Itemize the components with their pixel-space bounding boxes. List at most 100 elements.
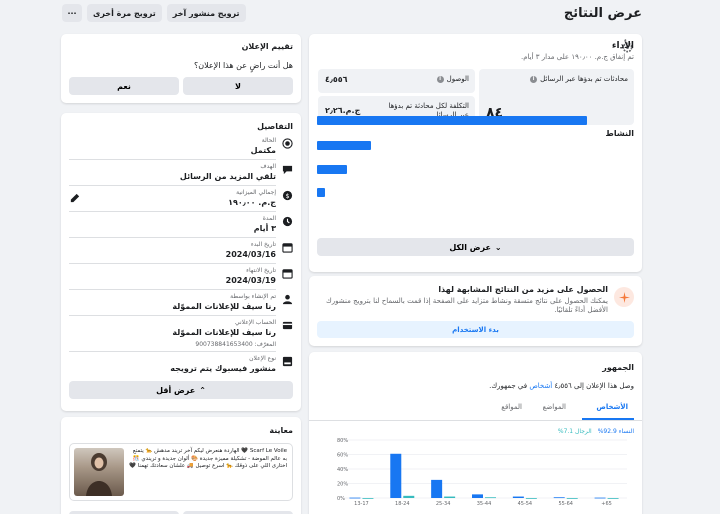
no-button[interactable]: لا xyxy=(183,77,293,95)
top-actions: ترويج منشور آخر ترويج مرة أخرى ··· xyxy=(62,4,246,22)
y-tick-label: 80% xyxy=(337,438,348,444)
men-bar[interactable] xyxy=(485,497,496,499)
chevron-up-icon: ⌃ xyxy=(199,385,206,395)
person-icon xyxy=(282,294,293,305)
detail-value: منشور فيسبوك يتم ترويجه xyxy=(170,364,276,373)
ad-preview[interactable]: Scarf Le Voile 🖤 الهاردة هنعرض ليكم آخر … xyxy=(69,443,293,501)
see-less-label: عرض أقل xyxy=(156,385,196,395)
reach-label: الوصول xyxy=(446,75,469,83)
women-bar[interactable] xyxy=(349,497,361,499)
detail-ad-account: الحساب الإعلاني رنا سيف للإعلانات المموّ… xyxy=(69,319,293,353)
top-bar: عرض النتائج ترويج منشور آخر ترويج مرة أخ… xyxy=(0,0,720,30)
recommendation-body: يمكنك الحصول على نتائج متسقة ونشاط متزاي… xyxy=(326,297,608,314)
audience-chart: 0% 20% 40% 60% 80% 13-17 18-24 25-34 35-44 45-54 5… xyxy=(337,438,627,507)
preview-card: معاينة Scarf Le Voile 🖤 الهاردة هنعرض لي… xyxy=(61,417,301,514)
audience-title: الجمهور xyxy=(602,363,634,372)
y-tick-label: 40% xyxy=(337,467,348,473)
reach-value: ٤٫٥٥٦ xyxy=(325,75,348,84)
men-bar[interactable] xyxy=(607,498,619,499)
audience-desc-suffix: في جمهورك. xyxy=(489,382,530,390)
recommendation-title: الحصول على مزيد من النتائج المشابهة لهذا xyxy=(438,285,608,294)
detail-label: تم الإنشاء بواسطة xyxy=(230,293,276,300)
x-tick-label: 18-24 xyxy=(395,501,410,507)
women-bar[interactable] xyxy=(553,497,565,499)
divider xyxy=(69,289,276,290)
women-bar[interactable] xyxy=(512,496,524,498)
chart-legend: النساء 92.9% الرجال 7.1% xyxy=(558,428,634,435)
see-all-label: عرض الكل xyxy=(449,242,491,252)
tab-locations[interactable]: المواقع xyxy=(501,403,522,411)
performance-card: الأداء تم إنفاق ج.م.‏ ١٩٠٫٠٠ على مدار ٣ … xyxy=(309,34,642,272)
activity-bar xyxy=(317,165,347,174)
rating-card: تقييم الإعلان هل أنت راضٍ عن هذا الإعلان… xyxy=(61,34,301,103)
detail-value: ٣ أيام xyxy=(253,224,276,233)
detail-label: المدة xyxy=(262,215,276,222)
detail-label: نوع الإعلان xyxy=(249,355,276,362)
divider xyxy=(69,237,276,238)
men-bar[interactable] xyxy=(525,498,537,499)
calendar-icon xyxy=(282,269,293,279)
detail-value: مكتمل xyxy=(250,146,276,155)
women-bar[interactable] xyxy=(594,497,606,499)
detail-value: رنا سيف للإعلانات المموّلة xyxy=(172,328,276,337)
performance-subtitle: تم إنفاق ج.م.‏ ١٩٠٫٠٠ على مدار ٣ أيام. xyxy=(520,53,634,61)
women-bar[interactable] xyxy=(390,453,402,498)
boost-another-post-button[interactable]: ترويج منشور آخر xyxy=(166,4,246,22)
x-tick-label: 65+ xyxy=(601,501,612,507)
get-started-button[interactable]: بدء الاستخدام xyxy=(317,321,634,338)
more-options-button[interactable]: ··· xyxy=(62,4,82,22)
detail-label: تاريخ الانتهاء xyxy=(246,267,276,274)
detail-value: تلقي المزيد من الرسائل xyxy=(179,172,276,181)
cost-value: ج.م.‏٢٫٢٦ xyxy=(325,106,361,115)
legend-men: الرجال 7.1% xyxy=(557,428,592,435)
clock-icon xyxy=(282,216,293,227)
detail-ad-type: نوع الإعلان منشور فيسبوك يتم ترويجه xyxy=(69,355,293,381)
divider xyxy=(69,211,276,212)
x-tick-label: 45-54 xyxy=(518,501,533,507)
men-bar[interactable] xyxy=(362,498,374,499)
activity-bar xyxy=(317,141,371,150)
svg-text:$: $ xyxy=(285,192,289,200)
x-tick-label: 25-34 xyxy=(436,501,451,507)
audience-desc-prefix: وصل هذا الإعلان إلى ٤٫٥٥٦ xyxy=(552,382,635,390)
preview-text: Scarf Le Voile 🖤 الهاردة هنعرض ليكم آخر … xyxy=(129,448,287,469)
men-bar[interactable] xyxy=(403,495,415,498)
info-icon[interactable]: i xyxy=(436,75,444,83)
yes-button[interactable]: نعم xyxy=(69,77,179,95)
tab-people[interactable]: الأشخاص xyxy=(596,403,628,411)
y-tick-label: 60% xyxy=(337,453,348,459)
see-less-button[interactable]: ⌃ عرض أقل xyxy=(69,381,293,399)
page-title: عرض النتائج xyxy=(563,6,642,21)
tab-placements[interactable]: المواضع xyxy=(543,403,566,411)
detail-label: إجمالي الميزانية xyxy=(236,189,276,196)
women-bar[interactable] xyxy=(472,494,483,498)
preview-image xyxy=(74,448,124,496)
divider xyxy=(69,185,276,186)
detail-label: الهدف xyxy=(260,163,276,170)
x-tick-label: 55-64 xyxy=(558,501,573,507)
detail-label: الحساب الإعلاني xyxy=(234,319,276,326)
card-icon xyxy=(282,321,293,330)
see-all-button[interactable]: ⌄ عرض الكل xyxy=(317,238,634,256)
men-bar[interactable] xyxy=(444,496,456,498)
divider xyxy=(69,263,276,264)
y-tick-label: 0% xyxy=(337,496,345,502)
men-bar[interactable] xyxy=(566,498,578,499)
reach-metric[interactable]: الوصول i ٤٫٥٥٦ xyxy=(318,69,475,93)
x-tick-label: 13-17 xyxy=(354,501,369,507)
tabs-divider xyxy=(309,420,642,421)
info-icon[interactable]: i xyxy=(530,75,538,83)
rating-question: هل أنت راضٍ عن هذا الإعلان؟ xyxy=(193,61,293,70)
people-link[interactable]: أشخاص xyxy=(529,382,552,390)
activity-bar xyxy=(317,116,587,125)
ad-account-id: المعرّف: 900738841653400 xyxy=(195,341,276,348)
details-title: التفاصيل xyxy=(257,122,293,131)
edit-icon[interactable] xyxy=(70,193,80,203)
divider xyxy=(69,315,276,316)
y-tick-label: 20% xyxy=(337,482,348,488)
boost-again-button[interactable]: ترويج مرة أخرى xyxy=(87,4,162,22)
performance-title: الأداء xyxy=(611,41,634,51)
sparkle-icon xyxy=(614,287,634,307)
conversations-label: محادثات تم بدؤها عبر الرسائل xyxy=(540,75,628,83)
women-bar[interactable] xyxy=(431,479,443,498)
